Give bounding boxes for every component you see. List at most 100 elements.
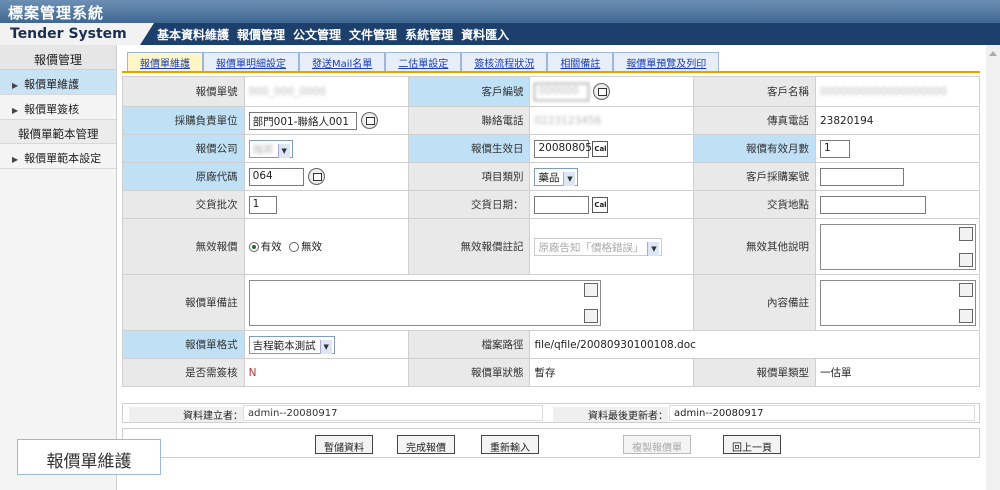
tab-approval-flow[interactable]: 簽核流程狀況 xyxy=(461,52,548,71)
sidebar-item-label: 報價單簽核 xyxy=(24,103,80,116)
invalid-note-value: 原廠告知「價格錯誤」 xyxy=(538,241,644,254)
item-type-value: 藥品 xyxy=(538,171,560,184)
delivery-date-label: 交貨日期： xyxy=(407,190,531,219)
tab-quote-maintain[interactable]: 報價單維護 xyxy=(127,52,203,71)
effective-date-field[interactable]: 20080805 xyxy=(534,139,592,158)
radio-valid[interactable] xyxy=(248,242,259,252)
invalid-quote-label: 無效報價 xyxy=(122,218,245,275)
format-select[interactable]: 吉程範本測試 ▼ xyxy=(248,335,335,354)
record-meta: 資料建立者： admin--20080917 資料最後更新者： admin--2… xyxy=(122,403,980,423)
arrow-right-icon: ▶ xyxy=(12,81,19,90)
menu-document-mgmt[interactable]: 公文管理 xyxy=(293,26,341,43)
menu-basic-data[interactable]: 基本資料維護 xyxy=(157,26,229,43)
invalid-note-label: 無效報價註記 xyxy=(407,218,531,275)
effective-date-label: 報價生效日 xyxy=(407,134,531,163)
scroll-down-icon[interactable] xyxy=(958,308,973,323)
fax-label: 傳真電話 xyxy=(693,106,816,135)
batch-field[interactable]: 1 xyxy=(248,195,277,214)
company-value: 瑞昇 xyxy=(252,143,274,156)
manufacturer-label: 原廠代碼 xyxy=(122,162,245,191)
tab-underline xyxy=(122,71,980,73)
menu-system-mgmt[interactable]: 系統管理 xyxy=(405,26,453,43)
batch-label: 交貨批次 xyxy=(122,190,245,219)
action-bar: 暫儲資料 完成報價 重新輸入 複製報價單 回上一頁 xyxy=(122,428,980,458)
sidebar-item-quote-maintain[interactable]: ▶ 報價單維護 xyxy=(0,70,116,95)
top-menu-bar: Tender System 基本資料維護 報價管理 公文管理 文件管理 系統管理… xyxy=(0,23,1000,45)
tab-second-estimate[interactable]: 二估單設定 xyxy=(385,52,462,71)
sidebar-item-template-settings[interactable]: ▶ 報價單範本設定 xyxy=(0,144,116,169)
back-button[interactable]: 回上一頁 xyxy=(723,435,781,454)
radio-invalid[interactable] xyxy=(289,242,299,252)
tab-related-notes[interactable]: 相關備註 xyxy=(547,52,614,71)
save-draft-button[interactable]: 暫儲資料 xyxy=(315,435,373,454)
file-path-label: 檔案路徑 xyxy=(407,330,531,359)
arrow-right-icon: ▶ xyxy=(12,106,19,115)
phone-value: 0223123456 xyxy=(534,114,602,127)
reset-button[interactable]: 重新輸入 xyxy=(481,435,539,454)
content-note-label: 內容備註 xyxy=(693,274,816,331)
delivery-place-field[interactable] xyxy=(819,195,926,214)
status-value: 暫存 xyxy=(534,367,556,379)
delivery-date-field[interactable] xyxy=(534,195,590,214)
customer-case-field[interactable] xyxy=(819,167,904,186)
scroll-down-icon[interactable] xyxy=(583,308,598,323)
remark-label: 報價單備註 xyxy=(122,274,245,331)
app-title-bar: 標案管理系統 xyxy=(0,0,1000,23)
customer-lookup-icon[interactable] xyxy=(593,83,611,100)
complete-quote-button[interactable]: 完成報價 xyxy=(397,435,455,454)
scroll-down-icon[interactable] xyxy=(958,252,973,267)
chevron-down-icon: ▼ xyxy=(647,241,660,256)
tab-bar: 報價單維護 報價單明細設定 發送Mail名單 二估單設定 簽核流程狀況 相關備註… xyxy=(127,52,720,71)
chevron-down-icon: ▼ xyxy=(563,171,576,186)
sidebar-item-label: 報價單維護 xyxy=(24,78,80,91)
type-value: 一估單 xyxy=(819,367,852,379)
valid-months-field[interactable]: 1 xyxy=(819,139,850,158)
purchase-unit-lookup-icon[interactable] xyxy=(360,112,378,129)
purchase-unit-field[interactable]: 部門001-聯絡人001 xyxy=(248,111,357,130)
creator-value: admin--20080917 xyxy=(243,405,543,421)
scroll-up-arrow-icon[interactable] xyxy=(989,51,997,56)
updater-label: 資料最後更新者： xyxy=(553,407,668,422)
sidebar-item-quote-approve[interactable]: ▶ 報價單簽核 xyxy=(0,95,116,120)
radio-invalid-label: 無效 xyxy=(301,241,322,253)
content-note-textarea[interactable] xyxy=(819,279,976,326)
tab-mail-list[interactable]: 發送Mail名單 xyxy=(299,52,386,71)
radio-valid-label: 有效 xyxy=(260,241,282,253)
menu-data-import[interactable]: 資料匯入 xyxy=(461,26,509,43)
approval-value: N xyxy=(248,366,257,379)
purchase-unit-label: 採購負責單位 xyxy=(122,106,245,135)
tab-quote-detail[interactable]: 報價單明細設定 xyxy=(203,52,299,71)
scroll-up-icon[interactable] xyxy=(958,282,973,297)
manufacturer-field[interactable]: 064 xyxy=(248,167,304,186)
sidebar-group-template: 報價單範本管理 xyxy=(0,120,116,144)
tab-preview-print[interactable]: 報價單預覽及列印 xyxy=(613,52,720,71)
quote-no-label: 報價單號 xyxy=(122,76,245,107)
customer-case-label: 客戶採購案號 xyxy=(693,162,816,191)
sidebar-item-label: 報價單範本設定 xyxy=(24,152,102,165)
page-caption: 報價單維護 xyxy=(17,439,161,475)
quote-no-value: 000_000_0000 xyxy=(248,85,326,98)
copy-quote-button[interactable]: 複製報價單 xyxy=(623,435,691,454)
invalid-other-textarea[interactable] xyxy=(819,223,976,270)
customer-no-label: 客戶編號 xyxy=(407,76,531,107)
quote-form: 報價單號 000_000_0000 客戶編號 000000 客戶名稱 00000… xyxy=(122,76,981,387)
company-select[interactable]: 瑞昇 ▼ xyxy=(248,139,293,158)
approval-label: 是否需簽核 xyxy=(122,358,245,387)
manufacturer-lookup-icon[interactable] xyxy=(307,168,325,185)
scrollbar[interactable] xyxy=(986,45,1000,490)
phone-label: 聯絡電話 xyxy=(407,106,531,135)
invalid-note-select[interactable]: 原廠告知「價格錯誤」 ▼ xyxy=(534,237,663,256)
remark-textarea[interactable] xyxy=(248,279,601,326)
sidebar-header: 報價管理 xyxy=(0,45,116,70)
file-path-value: file/qfile/20080930100108.doc xyxy=(534,338,696,351)
calendar-icon[interactable]: Cal xyxy=(592,140,609,157)
menu-quote-mgmt[interactable]: 報價管理 xyxy=(237,26,285,43)
menu-file-mgmt[interactable]: 文件管理 xyxy=(349,26,397,43)
chevron-down-icon: ▼ xyxy=(319,339,332,354)
scroll-up-icon[interactable] xyxy=(583,282,598,297)
calendar-icon[interactable]: Cal xyxy=(592,196,609,213)
item-type-select[interactable]: 藥品 ▼ xyxy=(534,167,579,186)
sidebar: 報價管理 ▶ 報價單維護 ▶ 報價單簽核 報價單範本管理 ▶ 報價單範本設定 xyxy=(0,45,117,490)
customer-no-field[interactable]: 000000 xyxy=(534,82,590,101)
scroll-up-icon[interactable] xyxy=(958,226,973,241)
